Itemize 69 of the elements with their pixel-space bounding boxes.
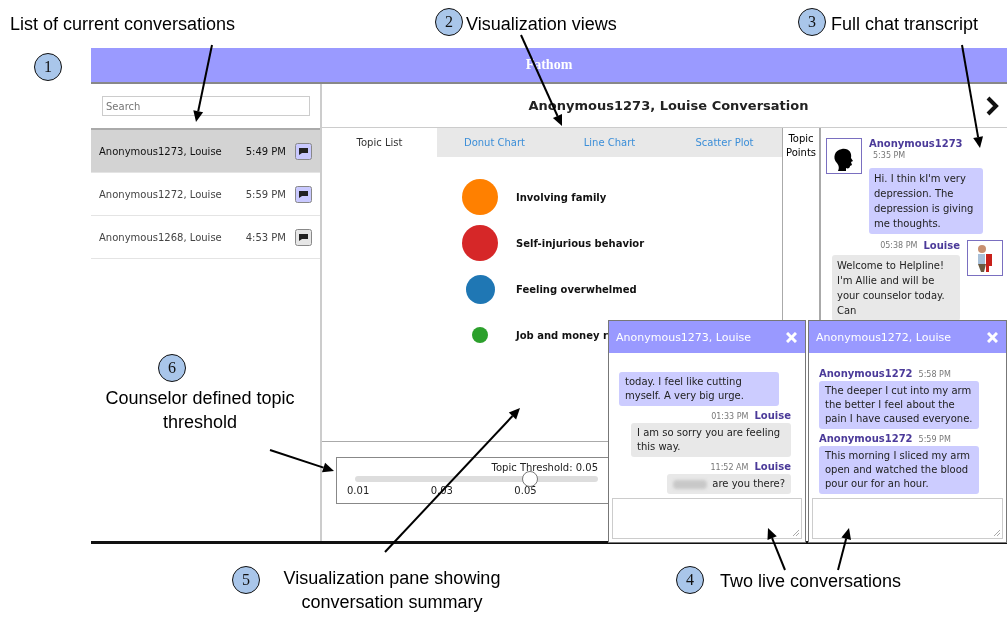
- resize-grip-icon[interactable]: [993, 529, 1001, 537]
- message-bubble: Hi. I thin kI'm very depression. The depression is giving me thoughts.: [869, 168, 983, 234]
- annotation-arrow: [767, 528, 786, 571]
- sender-name: Anonymous1272: [819, 368, 913, 379]
- conversation-name: Anonymous1272, Louise: [99, 188, 223, 200]
- conversation-time: 5:59 PM: [245, 188, 286, 200]
- message-time: 5:58 PM: [918, 370, 951, 379]
- close-icon[interactable]: [786, 331, 797, 343]
- sender-name: Louise: [923, 240, 960, 251]
- message-input-field[interactable]: [812, 498, 1003, 539]
- message-text: This morning I sliced my arm open and watched the blood pour our for an hour.: [825, 450, 971, 489]
- annotation-label: Visualization views: [466, 13, 617, 36]
- message-text: The deeper I cut into my arm the better I feel about the pain I have caused everyone.: [825, 385, 973, 424]
- message-time: 11:52 AM: [710, 463, 749, 472]
- conversation-item[interactable]: Anonymous1272, Louise 5:59 PM: [91, 173, 320, 216]
- annotation-label: Visualization pane showing conversation summary: [282, 567, 502, 614]
- chat-bubble-icon[interactable]: [295, 142, 312, 160]
- threshold-label: Topic Threshold: 0.05: [491, 462, 598, 473]
- message-text: today. I feel like cutting myself. A very big urge.: [625, 376, 744, 401]
- number-marker: 5: [232, 566, 260, 594]
- topic-label: Feeling overwhelmed: [516, 283, 637, 295]
- topic-label: Self-injurious behavior: [516, 237, 645, 249]
- sender-name: Anonymous1273: [869, 138, 963, 149]
- number-marker: 1: [34, 53, 62, 81]
- slider-thumb[interactable]: [521, 471, 538, 487]
- conversation-time: 5:49 PM: [245, 145, 286, 157]
- message-time: 01:33 PM: [711, 412, 749, 421]
- tick-label: 0.05: [514, 485, 538, 496]
- number-marker: 2: [435, 8, 463, 36]
- head-silhouette-avatar-icon: [826, 138, 862, 174]
- message-bubble: Welcome to Helpline! I'm Allie and will be your counselor today. Can: [832, 255, 960, 321]
- conversation-item[interactable]: Anonymous1273, Louise 5:49 PM: [91, 130, 320, 173]
- close-icon[interactable]: [987, 331, 998, 343]
- sender-name: Louise: [754, 410, 791, 421]
- chevron-right-icon[interactable]: [985, 95, 999, 116]
- chat-window-title: Anonymous1272, Louise: [816, 330, 952, 344]
- number-marker: 3: [798, 8, 826, 36]
- topic-label: Involving family: [516, 191, 607, 203]
- blurred-name: [673, 479, 708, 489]
- resize-grip-icon[interactable]: [792, 529, 800, 537]
- sender-name: Louise: [754, 461, 791, 472]
- annotation-label: Two live conversations: [720, 570, 902, 593]
- message-time: 5:35 PM: [873, 151, 906, 160]
- topic-label: Job and money r: [516, 329, 608, 341]
- message-text: are you there?: [712, 478, 785, 489]
- message-time: 5:59 PM: [918, 435, 951, 444]
- seated-person-avatar-icon: [967, 240, 1003, 276]
- message-time: 05:38 PM: [880, 241, 918, 250]
- number-marker: 6: [158, 354, 186, 382]
- annotation-arrow: [837, 528, 851, 571]
- tick-label: 0.01: [347, 485, 371, 496]
- chat-window-title: Anonymous1273, Louise: [616, 330, 752, 344]
- message-text: I am so sorry you are feeling this way.: [637, 427, 781, 452]
- conversation-name: Anonymous1268, Louise: [99, 231, 223, 243]
- message-input-field[interactable]: [612, 498, 802, 539]
- conversation-name: Anonymous1273, Louise: [99, 145, 223, 157]
- search-field[interactable]: Search: [102, 96, 310, 116]
- annotation-label: Counselor defined topic threshold: [104, 387, 296, 434]
- conversation-time: 4:53 PM: [245, 231, 286, 243]
- chat-bubble-icon[interactable]: [295, 185, 312, 203]
- chat-bubble-icon[interactable]: [295, 228, 312, 246]
- annotation-arrow: [269, 449, 334, 473]
- conversation-item[interactable]: Anonymous1268, Louise 4:53 PM: [91, 216, 320, 259]
- annotation-label: List of current conversations: [10, 13, 236, 36]
- topic-points-label: Topic Points: [784, 132, 817, 160]
- number-marker: 4: [676, 566, 704, 594]
- annotation-label: Full chat transcript: [831, 13, 979, 36]
- view-tab[interactable]: Topic List: [322, 128, 437, 157]
- sender-name: Anonymous1272: [819, 433, 913, 444]
